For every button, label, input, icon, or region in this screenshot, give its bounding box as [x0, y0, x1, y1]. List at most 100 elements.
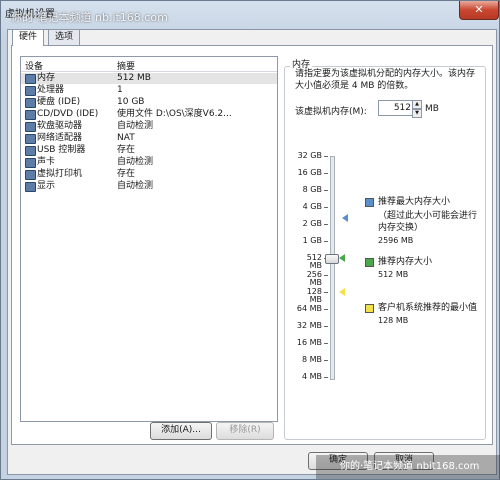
scale-tick-label: 2 GB [302, 219, 322, 228]
legend-title: 推荐内存大小 [378, 257, 433, 267]
device-summary: 存在 [117, 169, 136, 179]
spin-up-icon[interactable]: ▲ [412, 100, 422, 109]
device-name: 软盘驱动器 [37, 121, 83, 131]
device-summary: 512 MB [117, 73, 151, 83]
scale-tick-label: 8 MB [301, 355, 322, 364]
device-name: 网络适配器 [37, 133, 83, 143]
scale-tick-mark [324, 377, 328, 378]
scale-tick-mark [324, 343, 328, 344]
scale-tick-mark [324, 207, 328, 208]
watermark-top: 你的·笔记本频道 nb.it168.com [11, 11, 168, 24]
device-row-hard-disk[interactable]: 硬盘 (IDE) 10 GB [21, 97, 277, 108]
device-summary: 1 [117, 85, 123, 95]
add-device-button[interactable]: 添加(A)... [150, 422, 212, 440]
device-row-usb[interactable]: USB 控制器 存在 [21, 145, 277, 156]
scale-tick-label: 16 GB [297, 168, 322, 177]
device-summary: 使用文件 D:\OS\深度V6.2... [117, 109, 232, 119]
scale-tick-mark [324, 241, 328, 242]
scale-tick-mark [324, 275, 328, 276]
device-summary: 自动检测 [117, 157, 154, 167]
processor-icon [25, 86, 36, 96]
legend-color-swatch [365, 304, 374, 313]
scale-tick-label: 32 GB [297, 151, 322, 160]
remove-device-button[interactable]: 移除(R) [216, 422, 274, 440]
scale-tick-label: 32 MB [296, 321, 322, 330]
scale-tick-mark [324, 190, 328, 191]
device-row-printer[interactable]: 虚拟打印机 存在 [21, 169, 277, 180]
scale-tick-mark [324, 360, 328, 361]
sound-icon [25, 158, 36, 168]
scale-tick-mark [324, 173, 328, 174]
scale-tick-label: 128 MB [306, 287, 322, 304]
legend-color-swatch [365, 258, 374, 267]
close-button[interactable]: ✕ [459, 1, 499, 20]
device-name: 内存 [37, 73, 56, 83]
device-name: 虚拟打印机 [37, 169, 83, 179]
spin-down-icon[interactable]: ▼ [412, 109, 422, 118]
scale-tick-mark [324, 326, 328, 327]
watermark-bottom: 你的·笔记本频道 nbit168.com [316, 455, 500, 479]
usb-icon [25, 146, 36, 156]
legend-color-swatch [365, 198, 374, 207]
dialog-body: 硬件 选项 设备 摘要 内存 512 MB 处理器 1 硬盘 (IDE) 10 … [7, 29, 497, 475]
scale-tick-label: 1 GB [302, 236, 322, 245]
scale-tick-label: 4 MB [301, 372, 322, 381]
tab-options[interactable]: 选项 [48, 29, 81, 45]
memory-input[interactable]: 512 [378, 100, 414, 116]
hardware-panel: 设备 摘要 内存 512 MB 处理器 1 硬盘 (IDE) 10 GB CD/… [11, 45, 493, 445]
legend-note: （超过此大小可能会进行内存交换） [378, 211, 478, 233]
network-icon [25, 134, 36, 144]
memory-slider-track[interactable] [330, 156, 335, 380]
device-name: CD/DVD (IDE) [37, 109, 99, 119]
memory-marker [339, 254, 345, 262]
scale-tick-mark [324, 292, 328, 293]
settings-window: 虚拟机设置 你的·笔记本频道 nb.it168.com ✕ 硬件 选项 设备 摘… [0, 0, 500, 480]
device-summary: 10 GB [117, 97, 145, 107]
device-summary: NAT [117, 133, 135, 143]
device-row-processor[interactable]: 处理器 1 [21, 85, 277, 96]
scale-tick-label: 8 GB [302, 185, 322, 194]
memory-slider-thumb[interactable] [325, 254, 339, 264]
display-icon [25, 182, 36, 192]
memory-spinner[interactable]: ▲ ▼ [412, 100, 422, 118]
device-summary: 存在 [117, 145, 136, 155]
legend-value: 128 MB [378, 316, 409, 325]
legend-value: 2596 MB [378, 236, 414, 245]
legend-value: 512 MB [378, 270, 409, 279]
scale-tick-label: 4 GB [302, 202, 322, 211]
title-bar[interactable]: 虚拟机设置 你的·笔记本频道 nb.it168.com ✕ [1, 1, 499, 24]
column-header-device[interactable]: 设备 [25, 59, 43, 72]
device-row-sound[interactable]: 声卡 自动检测 [21, 157, 277, 168]
scale-tick-mark [324, 224, 328, 225]
cdrom-icon [25, 110, 36, 120]
device-row-cdrom[interactable]: CD/DVD (IDE) 使用文件 D:\OS\深度V6.2... [21, 109, 277, 120]
memory-description: 请指定要为该虚拟机分配的内存大小。该内存大小值必须是 4 MB 的倍数。 [295, 69, 476, 91]
memory-unit: MB [425, 104, 439, 114]
memory-field-label: 该虚拟机内存(M): [295, 107, 367, 117]
scale-tick-mark [324, 156, 328, 157]
memory-icon [25, 74, 36, 84]
scale-tick-label: 16 MB [296, 338, 322, 347]
device-name: 硬盘 (IDE) [37, 97, 81, 107]
device-row-display[interactable]: 显示 自动检测 [21, 181, 277, 192]
device-row-floppy[interactable]: 软盘驱动器 自动检测 [21, 121, 277, 132]
scale-tick-mark [324, 309, 328, 310]
device-list-header: 设备 摘要 [21, 57, 277, 72]
memory-marker [339, 288, 345, 296]
legend-title: 客户机系统推荐的最小值 [378, 303, 478, 313]
legend-title: 推荐最大内存大小 [378, 197, 451, 207]
scale-tick-label: 512 MB [306, 253, 322, 270]
device-name: 显示 [37, 181, 56, 191]
column-header-summary[interactable]: 摘要 [117, 59, 135, 72]
device-name: 处理器 [37, 85, 65, 95]
device-list[interactable]: 设备 摘要 内存 512 MB 处理器 1 硬盘 (IDE) 10 GB CD/… [20, 56, 278, 422]
tab-hardware[interactable]: 硬件 [12, 29, 45, 46]
hard-disk-icon [25, 98, 36, 108]
device-row-network[interactable]: 网络适配器 NAT [21, 133, 277, 144]
device-summary: 自动检测 [117, 121, 154, 131]
scale-tick-label: 64 MB [296, 304, 322, 313]
device-row-memory[interactable]: 内存 512 MB [21, 73, 277, 84]
floppy-icon [25, 122, 36, 132]
printer-icon [25, 170, 36, 180]
device-name: USB 控制器 [37, 145, 86, 155]
